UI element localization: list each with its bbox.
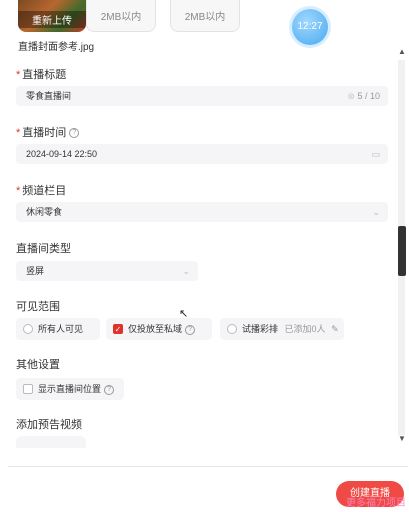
clear-icon[interactable]: ⊗ [347, 91, 355, 101]
title-input-value: 零食直播间 [26, 91, 72, 101]
room-type-select[interactable]: 竖屏 ⌄ [16, 261, 198, 281]
size-limit-text: 2MB以内 [184, 12, 226, 23]
scroll-down-icon[interactable]: ▼ [398, 434, 406, 443]
title-counter: ⊗ 5 / 10 [347, 91, 380, 101]
visibility-all-option[interactable]: 所有人可见 [16, 318, 100, 340]
help-icon[interactable]: ? [104, 384, 115, 395]
preview-video-label: 添加预告视频 [16, 419, 82, 431]
calendar-icon: ▭ [371, 149, 380, 159]
radio-icon [227, 324, 237, 334]
visibility-label: 可见范围 [16, 301, 60, 313]
title-input[interactable]: 零食直播间 ⊗ 5 / 10 [16, 86, 388, 106]
footer-divider [8, 466, 408, 467]
required-mark: * [16, 127, 21, 139]
checkbox-icon [23, 384, 33, 394]
channel-select[interactable]: 休闲零食 ⌄ [16, 202, 388, 222]
help-icon[interactable]: ? [69, 128, 80, 139]
radio-icon [23, 324, 33, 334]
upload-slot-2[interactable]: 2MB以内 [170, 0, 240, 32]
other-settings-label: 其他设置 [16, 359, 60, 371]
help-icon[interactable]: ? [185, 324, 196, 335]
preview-video-upload[interactable] [16, 436, 86, 448]
time-label: * 直播时间? [16, 124, 80, 140]
added-count: 已添加0人 [284, 324, 326, 334]
scroll-up-icon[interactable]: ▲ [398, 47, 406, 56]
room-type-label: 直播间类型 [16, 243, 71, 255]
room-type-value: 竖屏 [26, 266, 45, 276]
required-mark: * [16, 185, 21, 197]
checkmark-icon: ✓ [113, 324, 123, 334]
title-label: * 直播标题 [16, 69, 67, 81]
channel-label: * 频道栏目 [16, 185, 67, 197]
size-limit-text: 2MB以内 [100, 12, 142, 23]
edit-icon[interactable]: ✎ [331, 324, 339, 334]
scrollbar-thumb[interactable] [398, 226, 406, 276]
floating-clock-bubble[interactable]: 12:27 [292, 9, 328, 45]
mouse-cursor-icon: ↖ [179, 308, 189, 320]
watermark: 更多福力项目 [346, 498, 406, 509]
cover-thumbnail[interactable]: 重新上传 [18, 0, 86, 32]
time-value: 2024-09-14 22:50 [26, 149, 98, 159]
upload-slot-1[interactable]: 2MB以内 [86, 0, 156, 32]
time-picker[interactable]: 2024-09-14 22:50 ▭ [16, 144, 388, 164]
show-location-option[interactable]: 显示直播间位置? [16, 378, 124, 400]
channel-value: 休闲零食 [26, 207, 63, 217]
chevron-down-icon: ⌄ [372, 207, 380, 217]
reupload-label[interactable]: 重新上传 [18, 11, 86, 28]
visibility-test-option[interactable]: 试播彩排 已添加0人 ✎ [220, 318, 344, 340]
cover-filename: 直播封面参考.jpg [18, 42, 95, 53]
visibility-private-option[interactable]: ✓ 仅投放至私域? [106, 318, 212, 340]
required-mark: * [16, 69, 21, 81]
chevron-down-icon: ⌄ [182, 266, 190, 276]
